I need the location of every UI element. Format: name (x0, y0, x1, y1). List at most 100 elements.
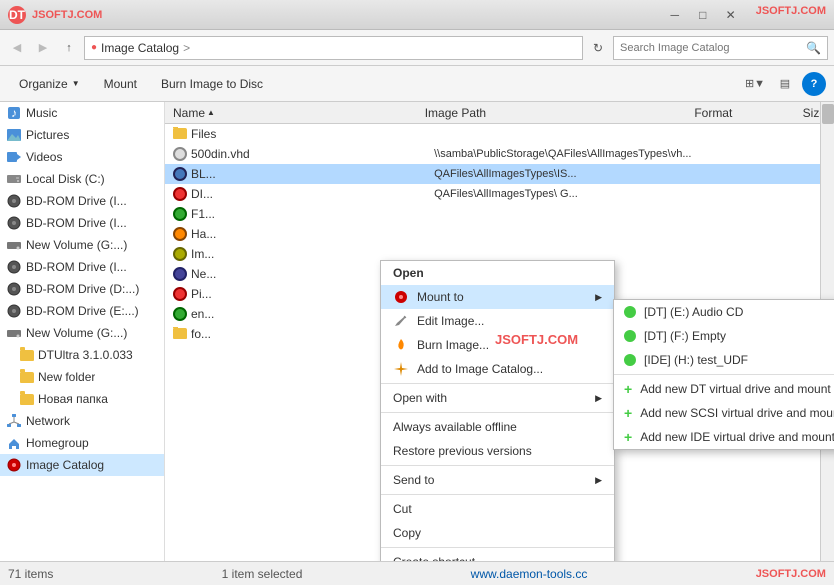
submenu-item-add-ide[interactable]: + Add new IDE virtual drive and mount (614, 425, 834, 449)
path-icon: ● (91, 42, 97, 53)
forward-button[interactable]: ▶ (32, 37, 54, 59)
back-button[interactable]: ◀ (6, 37, 28, 59)
submenu-item-add-dt[interactable]: + Add new DT virtual drive and mount (614, 377, 834, 401)
file-name: Ne... (191, 267, 216, 281)
sidebar-item-newvol-g2[interactable]: New Volume (G:...) (0, 322, 164, 344)
col-header-name[interactable]: Name ▲ (169, 106, 421, 120)
sidebar-item-bdrom3[interactable]: BD-ROM Drive (I... (0, 256, 164, 278)
file-cell-path: QAFiles\AllImagesTypes\ G... (430, 188, 710, 200)
menu-item-edit-image[interactable]: Edit Image... (381, 309, 614, 333)
menu-item-cut[interactable]: Cut (381, 497, 614, 521)
sidebar-label-pictures: Pictures (26, 128, 69, 142)
submenu-dt-e-label: [DT] (E:) Audio CD (644, 305, 743, 319)
file-cell-name: Ha... (169, 227, 430, 241)
submenu-dt-f-label: [DT] (F:) Empty (644, 329, 726, 343)
col-header-path[interactable]: Image Path (421, 106, 691, 120)
addressbar: ◀ ▶ ↑ ● Image Catalog > ↻ 🔍 (0, 30, 834, 66)
minimize-button[interactable]: ─ (662, 5, 688, 25)
mount-button[interactable]: Mount (93, 71, 148, 97)
submenu-item-dt-e[interactable]: [DT] (E:) Audio CD (614, 300, 834, 324)
menu-item-copy[interactable]: Copy (381, 521, 614, 545)
submenu-add-dt-label: Add new DT virtual drive and mount (640, 382, 831, 396)
sidebar-label-bdrom2: BD-ROM Drive (I... (26, 216, 127, 230)
menu-item-send-to[interactable]: Send to ▶ (381, 468, 614, 492)
menu-create-shortcut-label: Create shortcut (393, 555, 475, 561)
help-button[interactable]: ? (802, 72, 826, 96)
toolbar-right: ⊞▼ ▤ ? (742, 71, 826, 97)
view-toggle-button[interactable]: ⊞▼ (742, 71, 768, 97)
file-cell-path: \\samba\PublicStorage\QAFiles\AllImagesT… (430, 148, 710, 160)
menu-item-burn-image[interactable]: Burn Image... (381, 333, 614, 357)
menu-separator-1 (381, 383, 614, 384)
sidebar: ♪ Music Pictures Videos Local Disk (C:) … (0, 102, 165, 561)
organize-button[interactable]: Organize ▼ (8, 71, 91, 97)
open-with-arrow: ▶ (595, 393, 602, 404)
status-selected: 1 item selected (222, 567, 303, 581)
sidebar-item-bdrom2[interactable]: BD-ROM Drive (I... (0, 212, 164, 234)
file-cell-name: 500din.vhd (169, 147, 430, 161)
menu-item-open[interactable]: Open (381, 261, 614, 285)
menu-item-create-shortcut[interactable]: Create shortcut (381, 550, 614, 561)
close-button[interactable]: ✕ (718, 5, 744, 25)
edit-icon (393, 313, 409, 329)
menu-item-open-with[interactable]: Open with ▶ (381, 386, 614, 410)
file-cell-name: Im... (169, 247, 430, 261)
disc-icon (173, 227, 187, 241)
submenu-item-dt-f[interactable]: [DT] (F:) Empty (614, 324, 834, 348)
refresh-button[interactable]: ↻ (587, 37, 609, 59)
menu-item-add-catalog[interactable]: Add to Image Catalog... (381, 357, 614, 381)
sidebar-item-localdisk[interactable]: Local Disk (C:) (0, 168, 164, 190)
sidebar-item-dtultra[interactable]: DTUltra 3.1.0.033 (0, 344, 164, 366)
sidebar-item-newvol-g1[interactable]: New Volume (G:...) (0, 234, 164, 256)
menu-edit-label: Edit Image... (417, 314, 484, 328)
folder-icon (173, 328, 187, 339)
submenu-item-ide-h[interactable]: [IDE] (H:) test_UDF (614, 348, 834, 372)
search-input[interactable] (620, 42, 802, 54)
logo-text: DT (9, 8, 25, 22)
table-row[interactable]: Ha... (165, 224, 834, 244)
sidebar-item-newfolder[interactable]: New folder (0, 366, 164, 388)
table-row[interactable]: F1... (165, 204, 834, 224)
disc-icon (173, 287, 187, 301)
file-cell-name: BL... (169, 167, 430, 181)
address-path[interactable]: ● Image Catalog > (84, 36, 583, 60)
sidebar-item-network[interactable]: Network (0, 410, 164, 432)
layout-button[interactable]: ▤ (772, 71, 798, 97)
statusbar-url: www.daemon-tools.cc (471, 567, 588, 581)
green-dot-e (624, 306, 636, 318)
menu-item-restore[interactable]: Restore previous versions (381, 439, 614, 463)
submenu-item-add-scsi[interactable]: + Add new SCSI virtual drive and mount (614, 401, 834, 425)
sidebar-item-bdromd[interactable]: BD-ROM Drive (D:...) (0, 278, 164, 300)
table-row[interactable]: Files (165, 124, 834, 144)
sidebar-label-bdrome: BD-ROM Drive (E:...) (26, 304, 139, 318)
sort-arrow: ▲ (207, 108, 215, 117)
sidebar-item-pictures[interactable]: Pictures (0, 124, 164, 146)
plus-icon-scsi: + (624, 405, 632, 421)
sidebar-item-homegroup[interactable]: Homegroup (0, 432, 164, 454)
table-row[interactable]: DI... QAFiles\AllImagesTypes\ G... (165, 184, 834, 204)
disc-icon (173, 207, 187, 221)
sidebar-item-bdrom1[interactable]: BD-ROM Drive (I... (0, 190, 164, 212)
sidebar-item-videos[interactable]: Videos (0, 146, 164, 168)
bdrom2-icon (6, 215, 22, 231)
sidebar-item-bdrome[interactable]: BD-ROM Drive (E:...) (0, 300, 164, 322)
menu-item-always-offline[interactable]: Always available offline (381, 415, 614, 439)
menu-item-mount-to[interactable]: Mount to ▶ (381, 285, 614, 309)
sidebar-item-music[interactable]: ♪ Music (0, 102, 164, 124)
sidebar-label-newvol-g2: New Volume (G:...) (26, 326, 127, 340)
scrollbar-thumb[interactable] (822, 104, 834, 124)
folder-icon-novaya (20, 394, 34, 405)
burn-button[interactable]: Burn Image to Disc (150, 71, 274, 97)
menu-separator-3 (381, 465, 614, 466)
menu-open-label: Open (393, 266, 424, 280)
col-header-format[interactable]: Format (690, 106, 798, 120)
submenu-ide-h-label: [IDE] (H:) test_UDF (644, 353, 748, 367)
table-row[interactable]: BL... QAFiles\AllImagesTypes\IS... (165, 164, 834, 184)
table-row[interactable]: 500din.vhd \\samba\PublicStorage\QAFiles… (165, 144, 834, 164)
maximize-button[interactable]: □ (690, 5, 716, 25)
sidebar-item-imagecatalog[interactable]: Image Catalog (0, 454, 164, 476)
sidebar-item-novaya[interactable]: Новая папка (0, 388, 164, 410)
sidebar-label-videos: Videos (26, 150, 62, 164)
up-button[interactable]: ↑ (58, 37, 80, 59)
path-text: Image Catalog (101, 41, 179, 55)
